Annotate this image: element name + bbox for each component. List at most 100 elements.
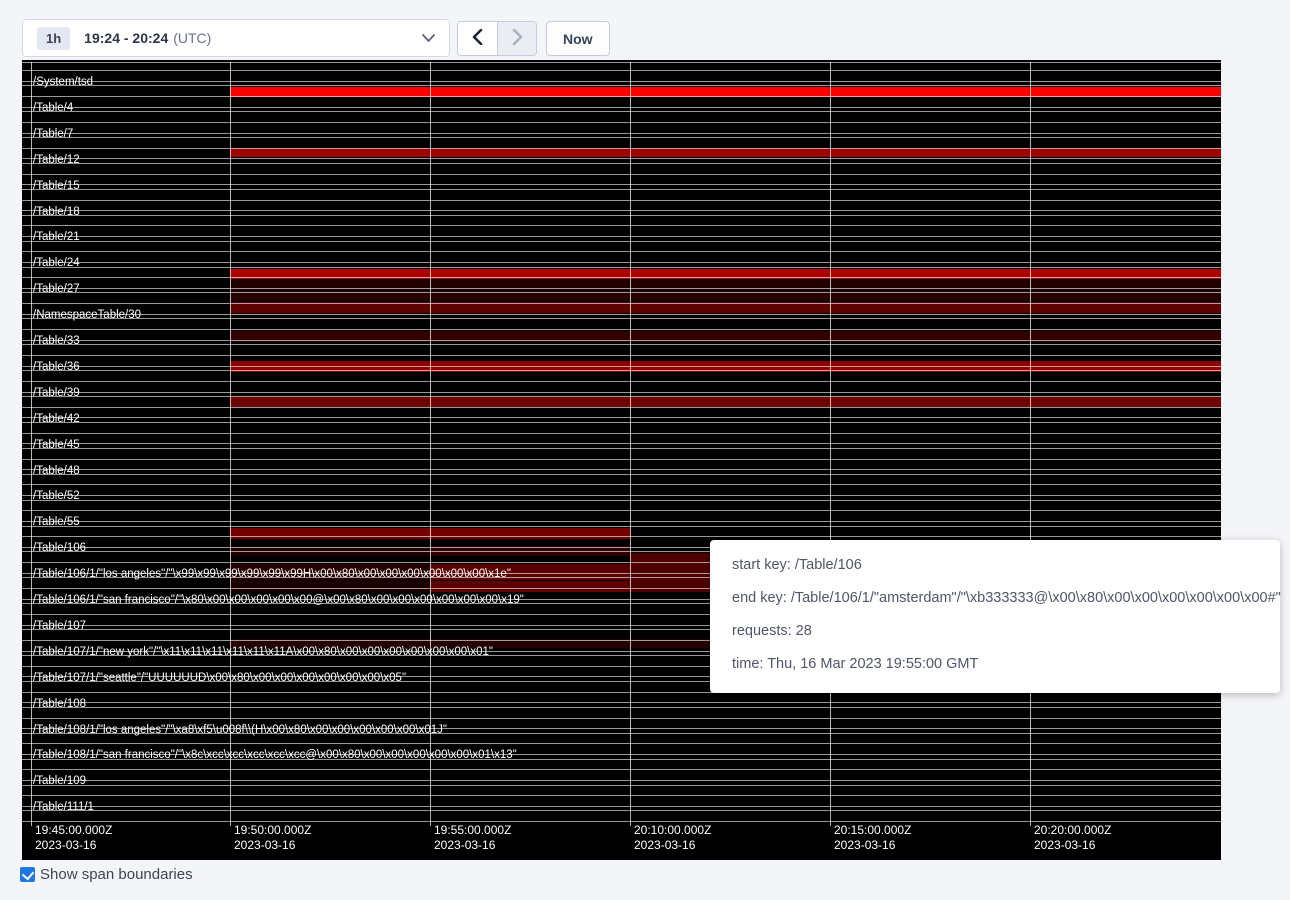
span-boundary-line [22, 448, 1221, 449]
span-label: /Table/109 [33, 775, 86, 788]
span-boundary-line [22, 344, 1221, 345]
span-boundary-line [22, 314, 1221, 315]
span-boundary-line [22, 62, 1221, 63]
now-button[interactable]: Now [546, 21, 610, 56]
span-boundary-line [22, 366, 1221, 367]
heat-band [230, 581, 430, 592]
span-boundary-line [22, 107, 1221, 108]
span-label: /NamespaceTable/30 [33, 309, 141, 322]
time-range-selector[interactable]: 1h 19:24 - 20:24 (UTC) [22, 19, 450, 57]
span-boundary-line [22, 137, 1221, 138]
span-boundary-line [22, 355, 1221, 356]
span-boundary-line [22, 251, 1221, 252]
span-boundary-line [22, 288, 1221, 289]
span-boundary-line [22, 184, 1221, 185]
span-boundary-line [22, 743, 1221, 744]
span-label: /Table/107 [33, 620, 86, 633]
span-boundary-line [22, 396, 1221, 397]
span-boundary-line [22, 718, 1221, 719]
span-boundary-line [22, 821, 1221, 822]
span-label: /Table/107/1/"seattle"/"UUUUUUD\x00\x80\… [33, 672, 406, 685]
span-boundary-line [22, 277, 1221, 278]
timezone-label: (UTC) [173, 30, 211, 46]
span-label: /Table/111/1 [33, 801, 94, 814]
chevron-down-icon [422, 34, 435, 42]
chevron-right-icon [512, 29, 523, 48]
span-boundary-line [22, 133, 1221, 134]
span-label: /Table/12 [33, 154, 80, 167]
span-boundary-line [22, 340, 1221, 341]
tooltip-requests: requests: 28 [732, 622, 1258, 641]
span-boundary-line [22, 96, 1221, 97]
span-label: /Table/52 [33, 490, 80, 503]
span-label: /Table/48 [33, 465, 80, 478]
span-boundary-line [22, 422, 1221, 423]
span-boundary-line [22, 163, 1221, 164]
span-label: /Table/39 [33, 387, 80, 400]
span-boundary-line [22, 81, 1221, 82]
span-boundary-line [22, 769, 1221, 770]
tooltip-end-key: end key: /Table/106/1/"amsterdam"/"\xb33… [732, 589, 1258, 608]
span-boundary-line [22, 407, 1221, 408]
span-boundary-line [22, 702, 1221, 703]
span-boundary-line [22, 70, 1221, 71]
span-boundary-line [22, 236, 1221, 237]
time-gridline [830, 62, 831, 826]
time-preset-badge: 1h [37, 27, 70, 50]
span-boundary-line [22, 484, 1221, 485]
span-label: /Table/7 [33, 128, 73, 141]
time-gridline [430, 62, 431, 826]
span-boundary-line [22, 262, 1221, 263]
span-boundary-line [22, 495, 1221, 496]
key-visualizer-canvas[interactable]: /System/tsd/Table/4/Table/7/Table/12/Tab… [22, 60, 1221, 860]
show-span-boundaries-label: Show span boundaries [40, 866, 193, 883]
span-boundary-line [22, 500, 1221, 501]
span-boundary-line [22, 370, 1221, 371]
heat-band [230, 148, 1221, 157]
span-label: /Table/55 [33, 516, 80, 529]
span-boundary-line [22, 215, 1221, 216]
time-gridline [230, 62, 231, 826]
span-boundary-line [22, 267, 1221, 268]
prev-range-button[interactable] [458, 22, 497, 55]
toolbar: 1h 19:24 - 20:24 (UTC) Now [0, 0, 1290, 60]
span-label: /Table/107/1/"new york"/"\x11\x11\x11\x1… [33, 646, 493, 659]
span-boundary-line [22, 780, 1221, 781]
span-boundary-line [22, 200, 1221, 201]
time-axis-label: 19:45:00.000Z2023-03-16 [35, 823, 112, 853]
span-boundary-line [22, 785, 1221, 786]
span-label: /Table/15 [33, 180, 80, 193]
tooltip-start-key: start key: /Table/106 [732, 556, 1258, 575]
time-range-label: 19:24 - 20:24 [84, 30, 168, 46]
span-label: /Table/24 [33, 257, 80, 270]
show-span-boundaries-checkbox[interactable] [20, 867, 35, 882]
span-boundary-line [22, 241, 1221, 242]
span-boundary-line [22, 189, 1221, 190]
span-boundary-line [22, 210, 1221, 211]
span-boundary-line [22, 474, 1221, 475]
span-boundary-line [22, 329, 1221, 330]
span-label: /Table/108/1/"san francisco"/"\x8c\xcc\x… [33, 749, 517, 762]
span-boundary-line [22, 443, 1221, 444]
span-label: /System/tsd [33, 76, 93, 89]
span-boundary-line [22, 536, 1221, 537]
span-label: /Table/45 [33, 439, 80, 452]
show-span-boundaries-row[interactable]: Show span boundaries [20, 866, 193, 883]
span-boundary-line [22, 806, 1221, 807]
span-label: /Table/36 [33, 361, 80, 374]
next-range-button[interactable] [497, 22, 536, 55]
span-boundary-line [22, 122, 1221, 123]
tooltip-time: time: Thu, 16 Mar 2023 19:55:00 GMT [732, 655, 1258, 674]
span-label: /Table/21 [33, 231, 80, 244]
span-boundary-line [22, 158, 1221, 159]
span-label: /Table/106/1/"los angeles"/"\x99\x99\x99… [33, 568, 511, 581]
time-gridline [630, 62, 631, 826]
span-label: /Table/4 [33, 102, 73, 115]
span-boundary-line [22, 433, 1221, 434]
chevron-left-icon [472, 29, 483, 48]
span-boundary-line [22, 459, 1221, 460]
span-boundary-line [22, 795, 1221, 796]
span-boundary-line [22, 381, 1221, 382]
span-boundary-line [22, 392, 1221, 393]
span-boundary-line [22, 810, 1221, 811]
